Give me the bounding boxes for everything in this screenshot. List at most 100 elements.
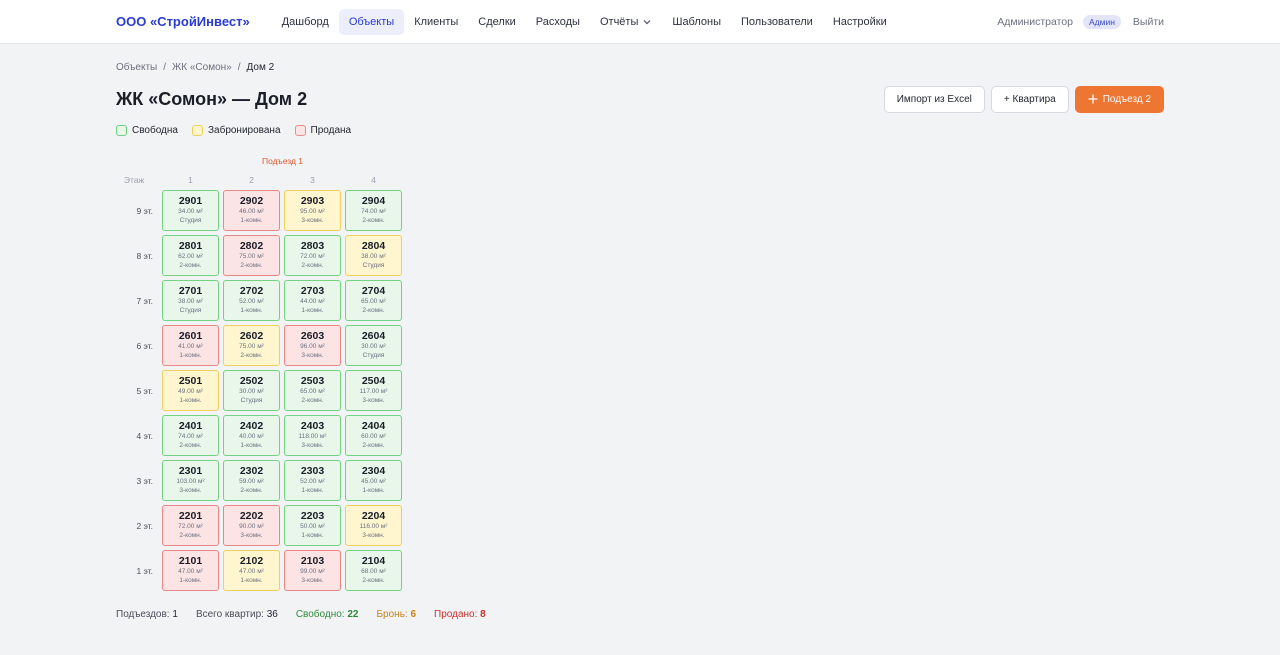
apartment-cell[interactable]: 2301 103.00 м² 3-комн. — [162, 460, 219, 501]
apartment-area: 47.00 м² — [178, 568, 203, 575]
summary-bar: Подъездов: 1 Всего квартир: 36 Свободно:… — [116, 609, 1164, 620]
floor-row: 3 эт. 2301 103.00 м² 3-комн. 2302 59.00 м² 2-к… — [116, 460, 1164, 501]
apartment-cell[interactable]: 2501 49.00 м² 1-комн. — [162, 370, 219, 411]
apartment-cell[interactable]: 2104 68.00 м² 2-комн. — [345, 550, 402, 591]
apartment-type: 2-комн. — [301, 262, 324, 269]
add-entrance-button[interactable]: Подъезд 2 — [1074, 85, 1164, 113]
apartment-cell[interactable]: 2102 47.00 м² 1-комн. — [223, 550, 280, 591]
apartment-cell[interactable]: 2803 72.00 м² 2-комн. — [284, 235, 341, 276]
apartment-cell[interactable]: 2401 74.00 м² 2-комн. — [162, 415, 219, 456]
apartment-cell[interactable]: 2202 90.00 м² 3-комн. — [223, 505, 280, 546]
apartment-area: 74.00 м² — [178, 433, 203, 440]
breadcrumb-complex[interactable]: ЖК «Сомон» — [172, 62, 232, 73]
nav-item-2[interactable]: Клиенты — [404, 9, 468, 35]
apartment-area: 41.00 м² — [178, 343, 203, 350]
apartment-cell[interactable]: 2701 38.00 м² Студия — [162, 280, 219, 321]
apartment-cell[interactable]: 2201 72.00 м² 2-комн. — [162, 505, 219, 546]
breadcrumb-separator: / — [237, 62, 241, 73]
apartment-cell[interactable]: 2902 46.00 м² 1-комн. — [223, 190, 280, 231]
apartment-type: 1-комн. — [301, 532, 324, 539]
apartment-cell[interactable]: 2303 52.00 м² 1-комн. — [284, 460, 341, 501]
apartment-cell[interactable]: 2504 117.00 м² 3-комн. — [345, 370, 402, 411]
apartment-number: 2702 — [239, 285, 264, 297]
breadcrumb-objects[interactable]: Объекты — [116, 62, 157, 73]
nav-item-8[interactable]: Настройки — [823, 9, 897, 35]
apartment-cell[interactable]: 2601 41.00 м² 1-комн. — [162, 325, 219, 366]
brand-logo[interactable]: ООО «СтройИнвест» — [116, 14, 250, 29]
apartment-type: 2-комн. — [179, 442, 202, 449]
apartment-area: 95.00 м² — [300, 208, 325, 215]
apartment-cell[interactable]: 2603 96.00 м² 3-комн. — [284, 325, 341, 366]
apartment-cell[interactable]: 2403 118.00 м² 3-комн. — [284, 415, 341, 456]
import-excel-button[interactable]: Импорт из Excel — [883, 85, 985, 113]
apartment-number: 2501 — [178, 375, 203, 387]
apartment-number: 2302 — [239, 465, 264, 477]
apartment-cell[interactable]: 2604 30.00 м² Студия — [345, 325, 402, 366]
apartment-area: 59.00 м² — [239, 478, 264, 485]
apartment-cell[interactable]: 2502 30.00 м² Студия — [223, 370, 280, 411]
apartment-cell[interactable]: 2503 65.00 м² 2-комн. — [284, 370, 341, 411]
apartment-number: 2304 — [361, 465, 386, 477]
apartment-area: 118.00 м² — [298, 433, 327, 440]
apartment-cell[interactable]: 2402 40.00 м² 1-комн. — [223, 415, 280, 456]
add-apartment-button[interactable]: + Квартира — [990, 85, 1069, 113]
floor-column-header: Этаж — [123, 175, 145, 185]
apartment-type: 1-комн. — [362, 487, 385, 494]
apartment-cell[interactable]: 2802 75.00 м² 2-комн. — [223, 235, 280, 276]
apartment-cell[interactable]: 2304 45.00 м² 1-комн. — [345, 460, 402, 501]
apartment-number: 2404 — [361, 420, 386, 432]
actions: Импорт из Excel + Квартира Подъезд 2 — [883, 85, 1164, 113]
column-header: 3 — [310, 175, 315, 185]
nav-item-4[interactable]: Расходы — [526, 9, 590, 35]
apartment-type: 1-комн. — [301, 307, 324, 314]
floor-label: 6 эт. — [136, 340, 153, 351]
apartment-area: 52.00 м² — [300, 478, 325, 485]
column-header: 1 — [188, 175, 193, 185]
status-legend: Свободна Забронирована Продана — [116, 125, 1164, 136]
legend-swatch-reserved — [191, 125, 203, 136]
apartment-cell[interactable]: 2901 34.00 м² Студия — [162, 190, 219, 231]
floor-row: 7 эт. 2701 38.00 м² Студия 2702 52.00 м² 1-ком… — [116, 280, 1164, 321]
apartment-area: 49.00 м² — [178, 388, 203, 395]
apartment-cell[interactable]: 2204 116.00 м² 3-комн. — [345, 505, 402, 546]
summary-sold: Продано: 8 — [434, 609, 486, 620]
nav-item-7[interactable]: Пользователи — [731, 9, 823, 35]
apartment-cell[interactable]: 2804 38.00 м² Студия — [345, 235, 402, 276]
nav-item-5[interactable]: Отчёты — [590, 9, 662, 35]
apartment-cell[interactable]: 2903 95.00 м² 3-комн. — [284, 190, 341, 231]
apartment-cell[interactable]: 2702 52.00 м² 1-комн. — [223, 280, 280, 321]
nav-item-label: Расходы — [535, 15, 580, 28]
apartment-area: 30.00 м² — [361, 343, 386, 350]
nav-item-3[interactable]: Сделки — [468, 9, 526, 35]
legend-reserved: Забронирована — [191, 125, 281, 136]
apartment-area: 75.00 м² — [239, 343, 264, 350]
apartment-cell[interactable]: 2103 99.00 м² 3-комн. — [284, 550, 341, 591]
apartment-type: 2-комн. — [362, 577, 385, 584]
apartment-number: 2401 — [178, 420, 203, 432]
nav-item-label: Объекты — [348, 15, 395, 28]
nav-item-6[interactable]: Шаблоны — [662, 9, 731, 35]
apartment-number: 2102 — [239, 555, 264, 567]
apartment-cell[interactable]: 2704 65.00 м² 2-комн. — [345, 280, 402, 321]
apartment-cell[interactable]: 2703 44.00 м² 1-комн. — [284, 280, 341, 321]
floor-label: 2 эт. — [136, 520, 153, 531]
apartment-type: 2-комн. — [362, 307, 385, 314]
apartment-cell[interactable]: 2602 75.00 м² 2-комн. — [223, 325, 280, 366]
apartment-area: 96.00 м² — [300, 343, 325, 350]
apartment-cell[interactable]: 2302 59.00 м² 2-комн. — [223, 460, 280, 501]
summary-total-label: Всего квартир: — [195, 609, 264, 620]
logout-link[interactable]: Выйти — [1133, 16, 1164, 28]
apartment-number: 2602 — [239, 330, 264, 342]
apartment-cell[interactable]: 2203 50.00 м² 1-комн. — [284, 505, 341, 546]
breadcrumb: Объекты / ЖК «Сомон» / Дом 2 — [116, 62, 1164, 73]
apartment-cell[interactable]: 2904 74.00 м² 2-комн. — [345, 190, 402, 231]
apartment-cell[interactable]: 2801 62.00 м² 2-комн. — [162, 235, 219, 276]
nav-item-1[interactable]: Объекты — [338, 8, 405, 35]
apartment-cell[interactable]: 2404 60.00 м² 2-комн. — [345, 415, 402, 456]
apartment-cell[interactable]: 2101 47.00 м² 1-комн. — [162, 550, 219, 591]
legend-sold: Продана — [294, 125, 351, 136]
apartment-number: 2504 — [361, 375, 386, 387]
user-area: Администратор Админ Выйти — [997, 0, 1164, 44]
nav-item-0[interactable]: Дашборд — [272, 9, 339, 35]
summary-sold-label: Продано: — [434, 609, 478, 620]
